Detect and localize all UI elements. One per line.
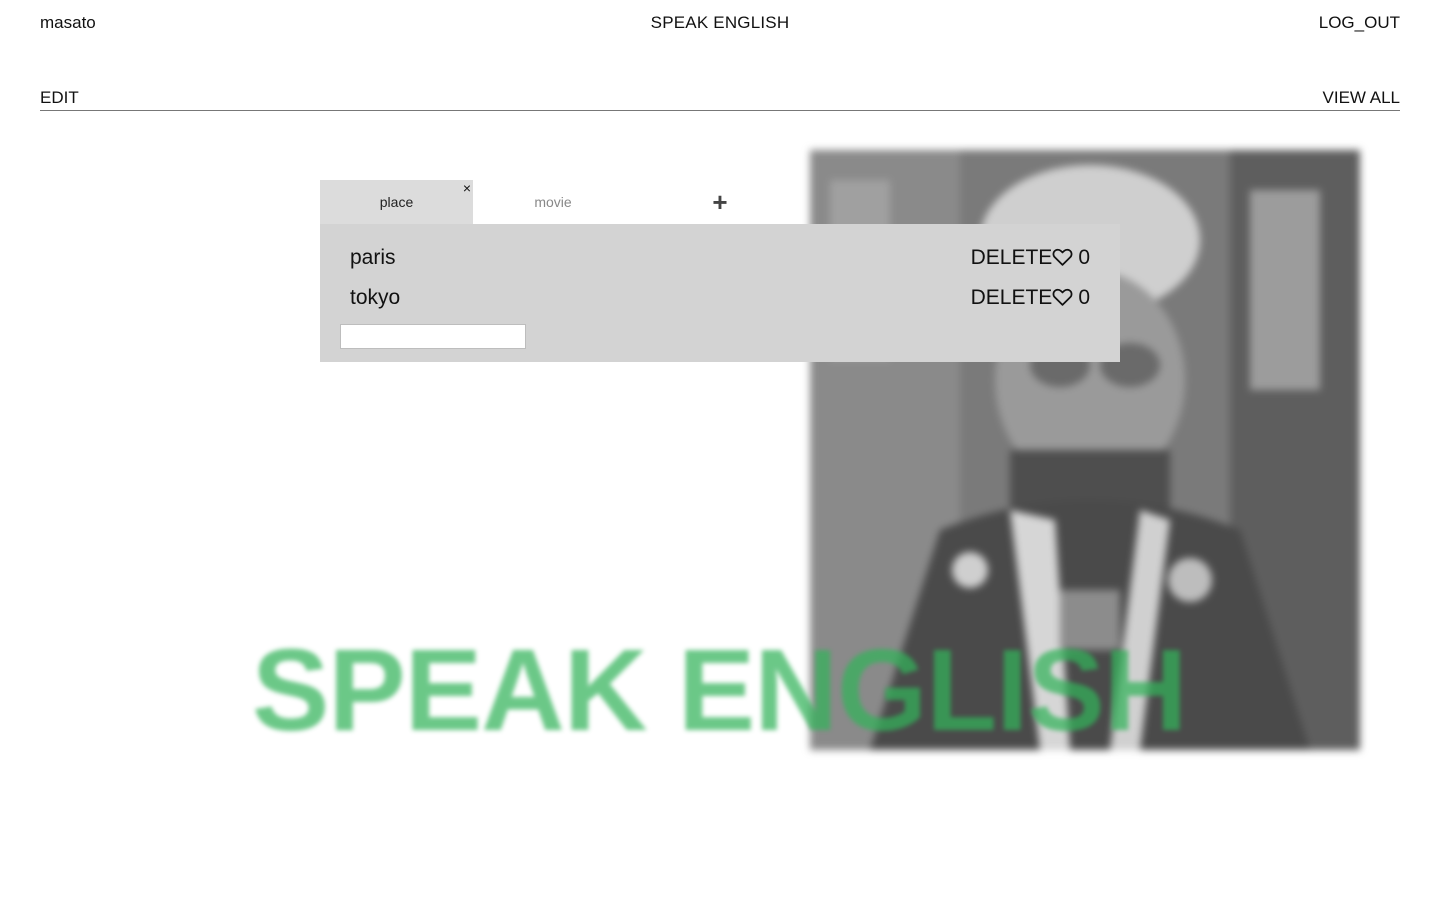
item-actions: DELETE 0 xyxy=(971,246,1090,270)
list-item: tokyo DELETE 0 xyxy=(350,284,1090,314)
like-count: 0 xyxy=(1078,246,1090,269)
sub-navigation: EDIT VIEW ALL xyxy=(40,86,1400,111)
item-actions: DELETE 0 xyxy=(971,286,1090,310)
item-name: tokyo xyxy=(350,286,401,309)
item-panel: paris DELETE 0 tokyo DELETE 0 xyxy=(320,224,1120,362)
view-all-link[interactable]: VIEW ALL xyxy=(1323,88,1400,108)
new-item-input[interactable] xyxy=(340,324,526,349)
top-header: masato SPEAK ENGLISH LOG_OUT xyxy=(40,10,1400,34)
tab-label: place xyxy=(379,194,414,210)
add-tab-icon[interactable]: + xyxy=(710,189,730,215)
item-name: paris xyxy=(350,246,396,269)
delete-button[interactable]: DELETE xyxy=(971,286,1053,309)
page: masato SPEAK ENGLISH LOG_OUT EDIT VIEW A… xyxy=(0,0,1440,900)
username-link[interactable]: masato xyxy=(40,13,96,33)
list-item: paris DELETE 0 xyxy=(350,244,1090,274)
heart-outline-icon[interactable] xyxy=(1052,287,1073,307)
heart-outline-icon[interactable] xyxy=(1052,247,1073,267)
edit-link[interactable]: EDIT xyxy=(40,88,79,108)
big-wordmark: SPEAK ENGLISH xyxy=(252,625,1187,755)
site-title[interactable]: SPEAK ENGLISH xyxy=(651,13,790,33)
tab-bar: place × movie + xyxy=(320,180,1120,224)
tab-label: movie xyxy=(534,194,572,210)
close-tab-icon[interactable]: × xyxy=(461,181,473,195)
logout-link[interactable]: LOG_OUT xyxy=(1319,13,1400,33)
delete-button[interactable]: DELETE xyxy=(971,246,1053,269)
tab-movie[interactable]: movie xyxy=(473,180,633,224)
like-count: 0 xyxy=(1078,286,1090,309)
tab-place[interactable]: place × xyxy=(320,180,473,224)
